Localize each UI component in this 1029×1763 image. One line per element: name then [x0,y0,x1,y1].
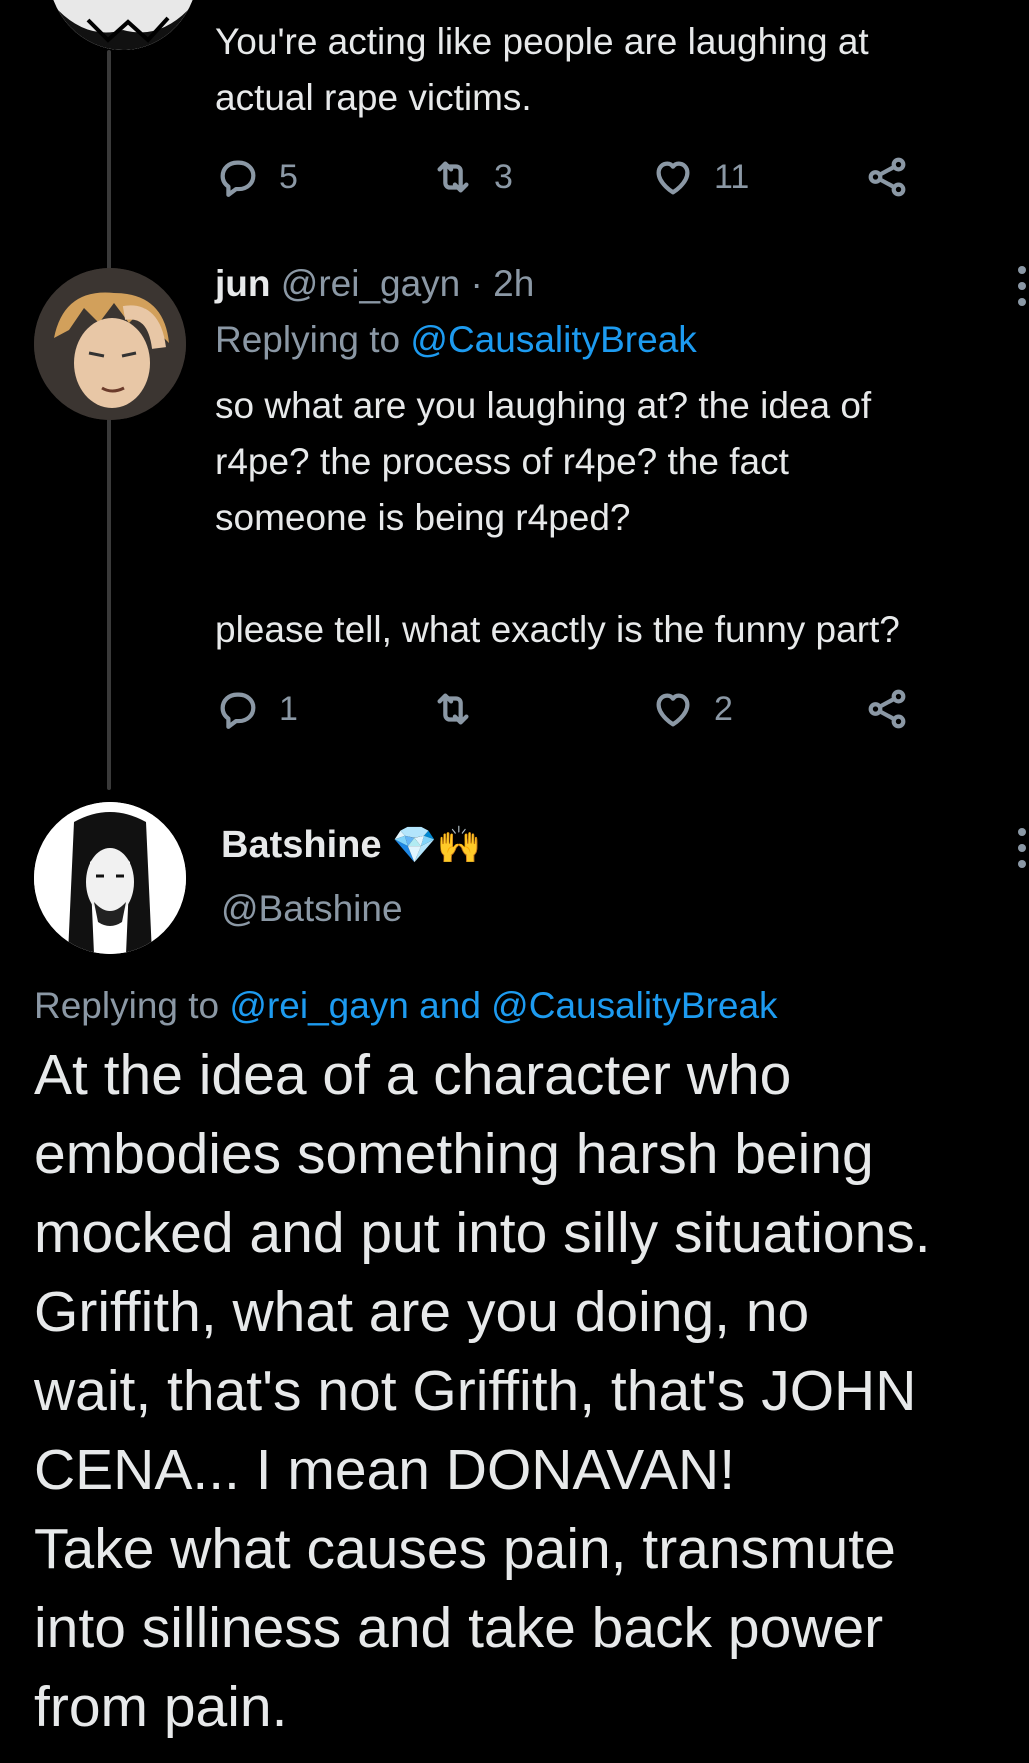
tweet2-separator: · [470,263,483,304]
tweet2-header: jun @rei_gayn · 2h [215,262,534,306]
share-icon [868,689,906,729]
tweet2-replying-line: Replying to @CausalityBreak [215,318,697,362]
tweet2-replying-prefix: Replying to [215,319,401,360]
main-tweet-author-line: Batshine 💎🙌 [221,820,482,871]
main-tweet-author-name[interactable]: Batshine [221,824,381,866]
main-tweet-text: At the idea of a character who embodies … [34,1043,931,1739]
retweet-icon [437,161,469,193]
main-tweet-replying-prefix: Replying to [34,985,220,1026]
tweet1-retweet-button[interactable]: 3 [430,154,513,200]
tweet2-replying-to-link[interactable]: @CausalityBreak [410,319,696,360]
share-icon [868,157,906,197]
tweet2-retweet-button[interactable] [430,686,494,732]
tweet1-text: You're acting like people are laughing a… [215,21,869,118]
tweet2-text: so what are you laughing at? the idea of… [215,385,900,650]
tweet1-retweet-count: 3 [494,157,513,196]
avatar-top-partial[interactable] [48,0,198,50]
like-icon [656,161,690,195]
tweet2-reply-button[interactable]: 1 [215,686,298,732]
more-icon [1018,828,1026,836]
main-tweet-more-button[interactable] [1018,828,1028,876]
reply-icon [220,692,256,729]
tweet1-share-button[interactable] [864,154,910,200]
tweet2-author-name[interactable]: jun [215,263,270,304]
tweet2-more-button[interactable] [1018,266,1028,314]
main-tweet-handle[interactable]: @Batshine [221,884,403,934]
retweet-icon [437,693,469,725]
tweet1-reply-count: 5 [279,157,298,196]
tweet1-like-count: 11 [714,157,750,196]
more-icon [1018,266,1026,274]
reply-icon [220,160,256,197]
main-tweet-replying-line: Replying to @rei_gayn and @CausalityBrea… [34,982,778,1030]
tweet2-time[interactable]: 2h [493,263,534,304]
tweet1-like-button[interactable]: 11 [650,154,749,200]
main-tweet-replying-to-link[interactable]: @rei_gayn and @CausalityBreak [229,985,777,1026]
like-icon [656,693,690,727]
tweet2-like-button[interactable]: 2 [650,686,733,732]
tweet2-avatar[interactable] [34,268,186,420]
tweet2-share-button[interactable] [864,686,910,732]
main-tweet-badge-emoji: 💎🙌 [392,825,482,866]
tweet1-reply-button[interactable]: 5 [215,154,298,200]
main-tweet-avatar[interactable] [34,802,186,954]
tweet2-reply-count: 1 [279,689,298,728]
tweet2-like-count: 2 [714,689,733,728]
thread-line [107,50,111,790]
tweet2-handle[interactable]: @rei_gayn [281,263,461,304]
